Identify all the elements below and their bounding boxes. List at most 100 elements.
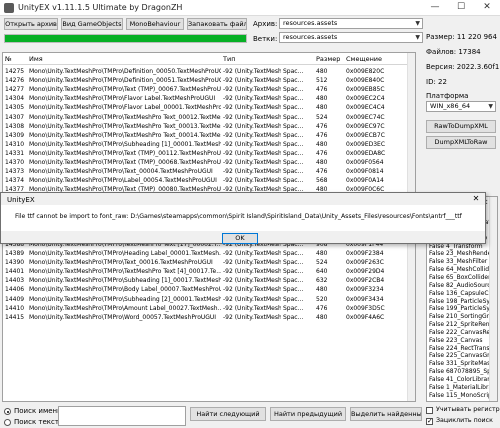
type-list-item[interactable]: False 198_ParticleSyst bbox=[429, 298, 495, 306]
type-list-item[interactable]: False 687078895_Spri bbox=[429, 368, 495, 376]
view-gameobjects-button[interactable]: Вид GameObjects bbox=[61, 18, 123, 30]
type-list-item[interactable]: False 33_MeshFilter bbox=[429, 258, 487, 266]
search-name-radio[interactable] bbox=[4, 408, 11, 415]
search-name-label: Поиск имени bbox=[14, 407, 62, 415]
pack-files-button[interactable]: Запаковать файлы bbox=[187, 18, 247, 30]
open-archive-button[interactable]: Открыть архив bbox=[4, 18, 58, 30]
table-row[interactable]: 14277 Mono\Unity.TextMeshPro\TMPro\Text (… bbox=[3, 85, 415, 94]
cell-size: 524 bbox=[316, 113, 328, 121]
cell-number: 14308 bbox=[5, 122, 25, 130]
cell-size: 480 bbox=[316, 250, 328, 257]
cell-name: Mono\Unity.TextMeshPro\TMPro\Word_00057.… bbox=[29, 313, 217, 321]
column-header-offset[interactable]: Смещение bbox=[346, 55, 382, 63]
dialog-body: File ttf cannot be import to font_raw: D… bbox=[1, 205, 485, 231]
type-list-item[interactable]: False 65_BoxCollider bbox=[429, 274, 491, 282]
type-list-item[interactable]: False 223_Canvas bbox=[429, 337, 482, 345]
cell-name: Mono\Unity.TextMeshPro\TMPro\TextMeshPro… bbox=[29, 131, 221, 139]
platform-select[interactable]: WIN_x86_64 ▼ bbox=[426, 101, 496, 112]
cell-size: 632 bbox=[316, 277, 328, 285]
chevron-down-icon: ▼ bbox=[415, 20, 420, 27]
table-row[interactable]: 14403 Mono\Unity.TextMeshPro\TMPro\Subhea… bbox=[3, 276, 415, 285]
table-row[interactable]: 14374 Mono\Unity.TextMeshPro\TMPro\Label_… bbox=[3, 176, 415, 185]
maximize-button[interactable]: ☐ bbox=[448, 0, 474, 16]
cell-type: -92 (Unity.TextMeshPro bbox=[223, 68, 281, 75]
info-version: Версия: 2022.3.60f1 bbox=[426, 63, 500, 71]
branch-select[interactable]: resources.assets ▼ bbox=[279, 32, 423, 43]
cell-type: -92 (Unity.TextMeshPro bbox=[223, 259, 281, 267]
column-header-number[interactable]: № bbox=[5, 55, 12, 63]
table-row[interactable]: 14309 Mono\Unity.TextMeshPro\TMPro\TextMe… bbox=[3, 131, 415, 140]
info-size: Размер: 11 220 964 bbox=[426, 33, 497, 41]
dump-xml-to-raw-button[interactable]: DumpXMLToRaw bbox=[426, 136, 496, 149]
select-found-button[interactable]: Выделить найденные bbox=[350, 407, 422, 421]
cell-offset: 0x009EDA8C bbox=[346, 149, 386, 157]
dialog-ok-button[interactable]: OK bbox=[222, 233, 258, 244]
cell-type: -92 (Unity.TextMeshPro bbox=[223, 268, 281, 276]
table-row[interactable]: 14331 Mono\Unity.TextMeshPro\TMPro\Text (… bbox=[3, 149, 415, 158]
type-list-item[interactable]: False 136_CapsuleCol bbox=[429, 290, 494, 298]
table-row[interactable]: 14373 Mono\Unity.TextMeshPro\TMPro\Text_0… bbox=[3, 167, 415, 176]
table-row[interactable]: 14307 Mono\Unity.TextMeshPro\TMPro\TextMe… bbox=[3, 113, 415, 122]
case-sensitive-checkbox[interactable] bbox=[426, 407, 433, 414]
table-row[interactable]: 14410 Mono\Unity.TextMeshPro\TMPro\Amount… bbox=[3, 304, 415, 313]
cell-size: 476 bbox=[316, 122, 328, 130]
cyclic-search-checkbox[interactable] bbox=[426, 417, 433, 425]
cell-offset: 0x009F0814 bbox=[346, 168, 384, 176]
cell-number: 14276 bbox=[5, 77, 25, 85]
table-row[interactable]: 14406 Mono\Unity.TextMeshPro\TMPro\Body L… bbox=[3, 285, 415, 294]
progress-fill bbox=[5, 35, 246, 42]
type-list-item[interactable]: False 212_SpriteRend bbox=[429, 321, 493, 329]
cell-type-extra: Spac... bbox=[283, 168, 304, 176]
cell-number: 14403 bbox=[5, 277, 25, 285]
table-row[interactable]: 14308 Mono\Unity.TextMeshPro\TMPro\TextMe… bbox=[3, 122, 415, 131]
find-previous-button[interactable]: Найти предыдущий bbox=[270, 407, 346, 421]
dialog-close-button[interactable]: ✕ bbox=[467, 194, 485, 204]
table-row[interactable]: 14304 Mono\Unity.TextMeshPro\TMPro\Flavor… bbox=[3, 94, 415, 103]
type-list-item[interactable]: False 64_MeshCollider bbox=[429, 266, 495, 274]
cell-offset: 0x009F0A14 bbox=[346, 177, 384, 185]
type-list-item[interactable]: False 222_CanvasRen bbox=[429, 329, 494, 337]
table-row[interactable]: 14409 Mono\Unity.TextMeshPro\TMPro\Subhea… bbox=[3, 295, 415, 304]
chevron-down-icon: ▼ bbox=[488, 103, 493, 110]
type-list-item[interactable]: False 1_MaterialLibrar bbox=[429, 384, 495, 392]
find-next-button[interactable]: Найти следующий bbox=[190, 407, 266, 421]
type-list-item[interactable]: False 224_RectTransf bbox=[429, 345, 492, 353]
table-row[interactable]: 14389 Mono\Unity.TextMeshPro\TMPro\Headin… bbox=[3, 249, 415, 258]
column-header-name[interactable]: Имя bbox=[29, 55, 43, 63]
column-header-type[interactable]: Тип bbox=[223, 55, 235, 63]
search-input[interactable] bbox=[58, 406, 186, 426]
type-list-item[interactable]: False 210_SortingGrou bbox=[429, 313, 496, 321]
table-row[interactable]: 14305 Mono\Unity.TextMeshPro\TMPro\Flavor… bbox=[3, 103, 415, 112]
type-list-item[interactable]: False 199_ParticleSyst bbox=[429, 305, 495, 313]
type-list-scrollbar[interactable] bbox=[489, 197, 497, 401]
type-list-item[interactable]: False 115_MonoScript bbox=[429, 392, 494, 400]
cell-name: Mono\Unity.TextMeshPro\TMPro\Body Label_… bbox=[29, 286, 221, 294]
cell-number: 14374 bbox=[5, 177, 25, 185]
cell-name: Mono\Unity.TextMeshPro\TMPro\Text_00016.… bbox=[29, 259, 213, 267]
table-row[interactable]: 14390 Mono\Unity.TextMeshPro\TMPro\Text_0… bbox=[3, 258, 415, 267]
type-list-item[interactable]: False 41_ColorLibrary bbox=[429, 376, 493, 384]
type-list-item[interactable]: False 23_MeshRender bbox=[429, 250, 494, 258]
type-list-item[interactable]: False 82_AudioSource bbox=[429, 282, 494, 290]
cell-offset: 0x009E840C bbox=[346, 77, 385, 85]
search-text-radio[interactable] bbox=[4, 419, 11, 426]
close-window-button[interactable]: ✕ bbox=[474, 0, 500, 16]
minimize-button[interactable]: — bbox=[422, 0, 448, 16]
table-row[interactable]: 14310 Mono\Unity.TextMeshPro\TMPro\Subhea… bbox=[3, 140, 415, 149]
monobehaviour-button[interactable]: MonoBehaviour bbox=[126, 18, 184, 30]
cell-name: Mono\Unity.TextMeshPro\TMPro\TextMeshPro… bbox=[29, 113, 221, 121]
cell-type: -92 (Unity.TextMeshPro bbox=[223, 104, 281, 112]
cell-number: 14415 bbox=[5, 313, 25, 321]
column-header-size[interactable]: Размер bbox=[316, 55, 340, 63]
archive-select[interactable]: resources.assets ▼ bbox=[279, 18, 423, 29]
table-row[interactable]: 14415 Mono\Unity.TextMeshPro\TMPro\Word_0… bbox=[3, 313, 415, 322]
error-dialog: UnityEX ✕ File ttf cannot be import to f… bbox=[0, 192, 486, 244]
table-row[interactable]: 14275 Mono\Unity.TextMeshPro\TMPro\Defini… bbox=[3, 67, 415, 76]
type-list-item[interactable]: False 225_CanvasGro bbox=[429, 352, 493, 360]
type-list-item[interactable]: False 331_SpriteMask bbox=[429, 360, 494, 368]
raw-to-dump-xml-button[interactable]: RawToDumpXML bbox=[426, 120, 496, 133]
table-row[interactable]: 14370 Mono\Unity.TextMeshPro\TMPro\Text (… bbox=[3, 158, 415, 167]
branch-value: resources.assets bbox=[283, 33, 338, 41]
table-row[interactable]: 14401 Mono\Unity.TextMeshPro\TMPro\TextMe… bbox=[3, 267, 415, 276]
table-row[interactable]: 14276 Mono\Unity.TextMeshPro\TMPro\Defini… bbox=[3, 76, 415, 85]
